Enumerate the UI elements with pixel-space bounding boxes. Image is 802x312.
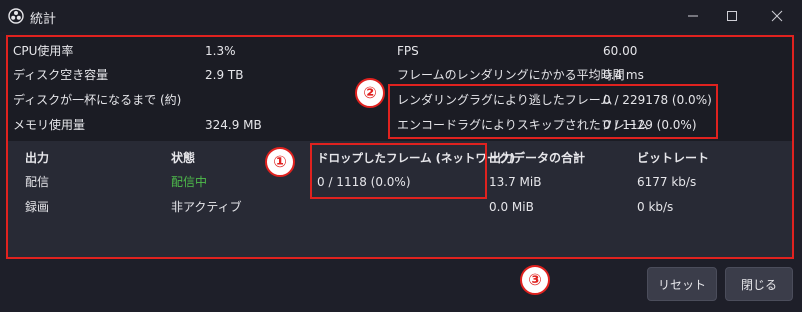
header-dropped-frames: ドロップしたフレーム (ネットワーク) <box>317 151 516 165</box>
annotation-marker-2: ② <box>355 78 385 108</box>
fps-label: FPS <box>397 44 419 58</box>
window-title: 統計 <box>30 12 57 27</box>
disk-space-value: 2.9 TB <box>205 68 244 82</box>
header-output: 出力 <box>25 151 50 165</box>
minimize-button[interactable] <box>683 6 703 26</box>
close-icon <box>771 10 783 22</box>
maximize-button[interactable] <box>722 6 742 26</box>
table-cell-data-stream: 13.7 MiB <box>489 175 542 189</box>
obs-logo-icon <box>8 8 24 24</box>
header-bitrate: ビットレート <box>637 151 710 165</box>
minimize-icon <box>688 15 698 17</box>
table-cell-dropped-stream: 0 / 1118 (0.0%) <box>317 175 411 189</box>
reset-button[interactable]: リセット <box>647 267 717 301</box>
table-cell-bitrate-stream: 6177 kb/s <box>637 175 697 189</box>
render-lag-value: 0 / 229178 (0.0%) <box>603 93 712 107</box>
fps-value: 60.00 <box>603 44 638 58</box>
render-time-label: フレームのレンダリングにかかる平均時間 <box>397 68 625 82</box>
render-lag-label: レンダリングラグにより逃したフレーム <box>397 93 613 107</box>
annotation-marker-3: ③ <box>520 265 550 295</box>
encode-lag-value: 0 / 1129 (0.0%) <box>603 118 697 132</box>
title-bar: 統計 <box>0 0 802 32</box>
table-cell-output-record: 録画 <box>25 200 50 214</box>
cpu-usage-label: CPU使用率 <box>13 44 74 58</box>
table-cell-bitrate-record: 0 kb/s <box>637 200 674 214</box>
header-total-data: 出力データの合計 <box>489 151 586 165</box>
table-cell-output-stream: 配信 <box>25 175 50 189</box>
cpu-usage-value: 1.3% <box>205 44 236 58</box>
memory-usage-label: メモリ使用量 <box>13 118 86 132</box>
status-badge-streaming: 配信中 <box>171 175 208 189</box>
render-time-value: 0.4 ms <box>603 68 644 82</box>
maximize-icon <box>727 11 737 21</box>
status-badge-recording: 非アクティブ <box>171 200 242 214</box>
disk-space-label: ディスク空き容量 <box>13 68 109 82</box>
header-status: 状態 <box>171 151 196 165</box>
disk-full-eta-label: ディスクが一杯になるまで (約) <box>13 93 182 107</box>
memory-usage-value: 324.9 MB <box>205 118 262 132</box>
close-window-button[interactable] <box>767 6 787 26</box>
annotation-marker-1: ① <box>265 147 295 177</box>
table-cell-data-record: 0.0 MiB <box>489 200 534 214</box>
close-button[interactable]: 閉じる <box>725 267 793 301</box>
